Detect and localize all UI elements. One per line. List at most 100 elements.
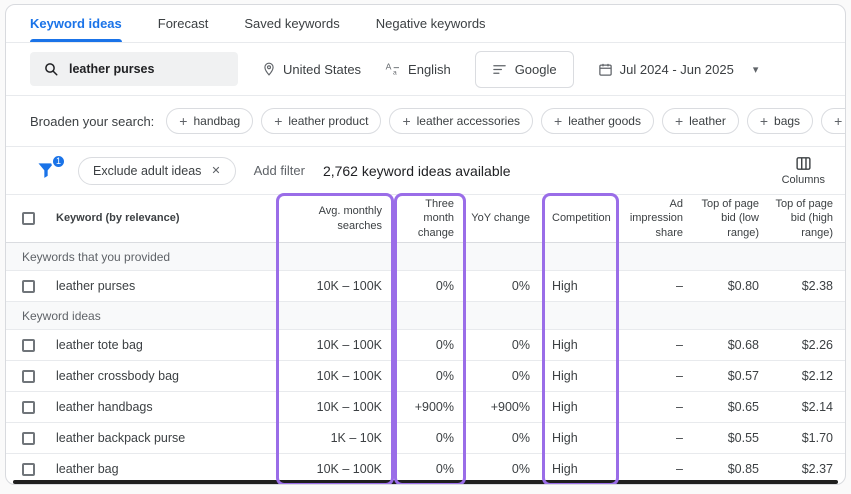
plus-icon: + xyxy=(274,113,283,129)
ad-share-cell: – xyxy=(676,338,683,352)
ad-share-cell: – xyxy=(676,431,683,445)
tab-saved-keywords[interactable]: Saved keywords xyxy=(244,5,339,42)
plus-icon: + xyxy=(674,113,684,129)
bid-high-cell: $2.26 xyxy=(801,338,833,352)
chip-label: bags xyxy=(774,114,801,128)
yoy-cell: 0% xyxy=(511,431,530,445)
table-row[interactable]: leather purses 10K – 100K 0% 0% High – $… xyxy=(6,271,845,302)
chevron-down-icon: ▾ xyxy=(752,63,759,76)
broaden-chip-leather-product[interactable]: + leather product xyxy=(261,108,382,134)
keyword-ideas-count: 2,762 keyword ideas available xyxy=(322,162,511,179)
add-filter-button[interactable]: Add filter xyxy=(254,163,305,178)
avg-searches-cell: 10K – 100K xyxy=(316,338,382,352)
columns-button[interactable]: Columns xyxy=(782,155,825,186)
table-row[interactable]: leather handbags 10K – 100K +900% +900% … xyxy=(6,392,845,423)
tab-bar: Keyword ideas Forecast Saved keywords Ne… xyxy=(6,5,845,43)
plus-icon: + xyxy=(759,113,769,129)
calendar-icon xyxy=(598,62,613,77)
ad-share-cell: – xyxy=(676,462,683,476)
header-top-of-page-bid-low[interactable]: Top of page bid (low range) xyxy=(695,197,771,240)
competition-cell: High xyxy=(552,462,578,476)
bid-high-cell: $2.12 xyxy=(801,369,833,383)
bid-low-cell: $0.55 xyxy=(727,431,759,445)
yoy-cell: 0% xyxy=(511,338,530,352)
close-icon[interactable]: ✕ xyxy=(211,164,220,177)
exclude-chip-label: Exclude adult ideas xyxy=(93,163,202,178)
search-icon xyxy=(44,62,59,77)
broaden-chip-handbag[interactable]: + handbag xyxy=(166,108,254,134)
avg-searches-cell: 10K – 100K xyxy=(316,400,382,414)
yoy-cell: 0% xyxy=(511,462,530,476)
filter-funnel-button[interactable]: 1 xyxy=(36,153,66,182)
broaden-chip-leather-accessories[interactable]: + leather accessories xyxy=(389,108,534,134)
row-checkbox[interactable] xyxy=(21,400,35,414)
yoy-cell: 0% xyxy=(511,279,530,293)
keyword-cell: leather tote bag xyxy=(56,338,143,352)
yoy-cell: 0% xyxy=(511,369,530,383)
exclude-adult-ideas-chip[interactable]: Exclude adult ideas ✕ xyxy=(78,156,236,185)
table-header-row: Keyword (by relevance) Avg. monthly sear… xyxy=(6,195,845,243)
select-all-checkbox[interactable] xyxy=(21,212,35,225)
tab-negative-keywords[interactable]: Negative keywords xyxy=(376,5,486,42)
header-top-of-page-bid-high[interactable]: Top of page bid (high range) xyxy=(771,197,845,240)
row-checkbox[interactable] xyxy=(21,369,35,383)
row-checkbox[interactable] xyxy=(21,462,35,476)
yoy-cell: +900% xyxy=(490,400,530,414)
filter-bar: 1 Exclude adult ideas ✕ Add filter 2,762… xyxy=(6,147,845,195)
bid-high-cell: $2.37 xyxy=(801,462,833,476)
filter-count-badge: 1 xyxy=(51,153,66,169)
table-row[interactable]: leather backpack purse 1K – 10K 0% 0% Hi… xyxy=(6,423,845,454)
header-yoy-change[interactable]: YoY change xyxy=(466,211,542,225)
bid-low-cell: $0.65 xyxy=(727,400,759,414)
tab-keyword-ideas[interactable]: Keyword ideas xyxy=(30,5,122,42)
broaden-chip-leather-goods[interactable]: + leather goods xyxy=(541,108,654,134)
svg-text:a: a xyxy=(393,69,397,76)
location-selector[interactable]: United States xyxy=(262,61,361,77)
language-label: English xyxy=(408,61,451,77)
ad-share-cell: – xyxy=(676,400,683,414)
table-row[interactable]: leather tote bag 10K – 100K 0% 0% High –… xyxy=(6,330,845,361)
keyword-cell: leather crossbody bag xyxy=(56,369,179,383)
ad-share-cell: – xyxy=(676,369,683,383)
tab-forecast[interactable]: Forecast xyxy=(158,5,209,42)
avg-searches-cell: 10K – 100K xyxy=(316,369,382,383)
section-keyword-ideas: Keyword ideas xyxy=(6,302,845,330)
header-ad-impression-share[interactable]: Ad impression share xyxy=(619,197,695,240)
date-range-label: Jul 2024 - Jun 2025 xyxy=(619,61,734,77)
keyword-cell: leather bag xyxy=(56,462,119,476)
header-competition[interactable]: Competition xyxy=(542,211,619,225)
chip-label: leather product xyxy=(288,114,369,128)
header-three-month-change[interactable]: Three month change xyxy=(394,197,466,240)
table-bottom-bar xyxy=(13,480,838,484)
bid-low-cell: $0.68 xyxy=(727,338,759,352)
broaden-chip-leather-tote-bags[interactable]: +leather tote bags xyxy=(821,108,845,134)
search-input[interactable]: leather purses xyxy=(30,52,238,86)
network-label: Google xyxy=(514,61,557,77)
broaden-label: Broaden your search: xyxy=(30,113,155,129)
keyword-cell: leather purses xyxy=(56,279,136,293)
header-avg-monthly-searches[interactable]: Avg. monthly searches xyxy=(276,204,394,233)
plus-icon: + xyxy=(179,113,188,129)
row-checkbox[interactable] xyxy=(21,431,35,445)
search-query-text: leather purses xyxy=(69,62,155,76)
avg-searches-cell: 10K – 100K xyxy=(316,462,382,476)
row-checkbox[interactable] xyxy=(21,279,35,293)
language-selector[interactable]: Aa English xyxy=(385,61,451,77)
chip-label: handbag xyxy=(193,114,241,128)
broaden-search-bar: Broaden your search: + handbag + leather p… xyxy=(6,96,845,147)
table-row[interactable]: leather crossbody bag 10K – 100K 0% 0% H… xyxy=(6,361,845,392)
avg-searches-cell: 1K – 10K xyxy=(330,431,382,445)
header-keyword[interactable]: Keyword (by relevance) xyxy=(50,211,276,225)
broaden-chip-leather[interactable]: + leather xyxy=(661,108,739,134)
chip-label: leather xyxy=(689,114,726,128)
broaden-chip-bags[interactable]: + bags xyxy=(746,108,814,134)
date-range-selector[interactable]: Jul 2024 - Jun 2025 ▾ xyxy=(598,61,759,77)
network-selector[interactable]: Google xyxy=(474,50,574,88)
competition-cell: High xyxy=(552,279,578,293)
competition-cell: High xyxy=(552,400,578,414)
keyword-cell: leather backpack purse xyxy=(56,431,186,445)
three-month-cell: +900% xyxy=(414,400,454,414)
bid-high-cell: $1.70 xyxy=(801,431,833,445)
row-checkbox[interactable] xyxy=(21,338,35,352)
search-settings-bar: leather purses United States Aa English … xyxy=(6,43,845,96)
